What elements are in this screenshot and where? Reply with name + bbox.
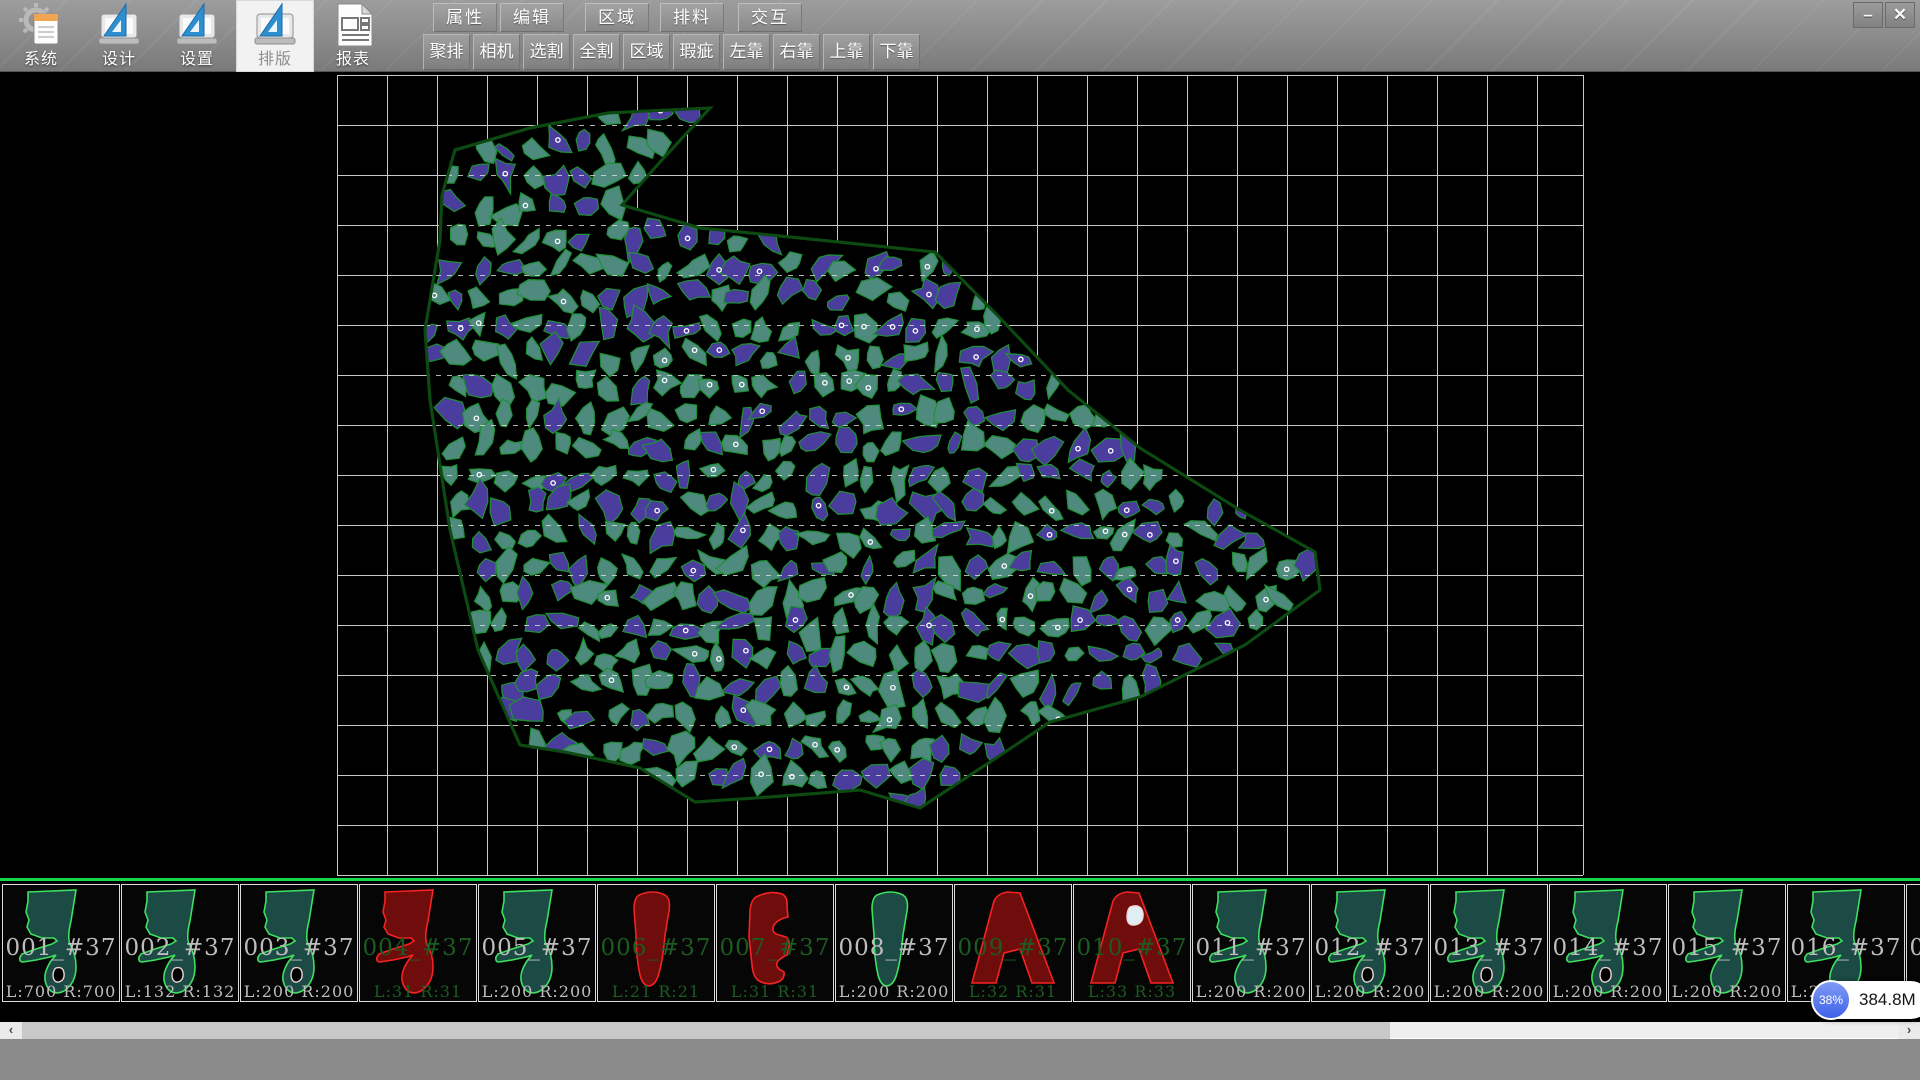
scrollbar-thumb[interactable] bbox=[22, 1022, 1390, 1039]
tool-button-10[interactable]: 下靠 bbox=[873, 34, 920, 70]
piece-id: 014_#37 bbox=[1550, 935, 1666, 961]
piece-thumbnail-002_#37[interactable]: 002_#37 L:132 R:132 bbox=[121, 884, 239, 1002]
piece-id: 007_#37 bbox=[717, 935, 833, 961]
piece-lr-count: L:21 R:21 bbox=[598, 982, 714, 1001]
tool-button-1[interactable]: 聚排 bbox=[423, 34, 470, 70]
memory-badge: 38% 384.8M bbox=[1812, 981, 1920, 1019]
piece-lr-count: L:32 R:31 bbox=[955, 982, 1071, 1001]
piece-thumbnail-009_#37[interactable]: 009_#37 L:32 R:31 bbox=[954, 884, 1072, 1002]
piece-lr-count: L:700 R:700 bbox=[3, 982, 119, 1001]
piece-lr-count: L:31 R:31 bbox=[360, 982, 476, 1001]
tool-button-4[interactable]: 全割 bbox=[573, 34, 620, 70]
piece-thumbnail-015_#37[interactable]: 015_#37 L:200 R:200 bbox=[1668, 884, 1786, 1002]
piece-thumbnail-003_#37[interactable]: 003_#37 L:200 R:200 bbox=[240, 884, 358, 1002]
main-button-2[interactable]: 设计 bbox=[80, 0, 158, 72]
menu-tab-4[interactable]: 排料 bbox=[660, 3, 724, 32]
main-button-5[interactable]: 报表 bbox=[314, 0, 392, 72]
tool-button-7[interactable]: 左靠 bbox=[723, 34, 770, 70]
tool-button-3[interactable]: 选割 bbox=[523, 34, 570, 70]
piece-id: 003_#37 bbox=[241, 935, 357, 961]
piece-thumbnail-strip: 001_#37L:700 R:700002_#37L:132 R:132003_… bbox=[0, 881, 1920, 1022]
tool-button-9[interactable]: 上靠 bbox=[823, 34, 870, 70]
piece-thumbnail-007_#37[interactable]: 007_#37 L:31 R:31 bbox=[716, 884, 834, 1002]
piece-lr-count: L:200 R:200 bbox=[479, 982, 595, 1001]
piece-thumbnail-008_#37[interactable]: 008_#37 L:200 R:200 bbox=[835, 884, 953, 1002]
piece-lr-count: L:200 R:200 bbox=[1312, 982, 1428, 1001]
piece-thumbnail-004_#37[interactable]: 004_#37 L:31 R:31 bbox=[359, 884, 477, 1002]
menu-tab-2[interactable]: 编辑 bbox=[500, 3, 564, 32]
tool-button-6[interactable]: 瑕疵 bbox=[673, 34, 720, 70]
main-button-label: 排版 bbox=[236, 45, 314, 69]
piece-lr-count: L:33 R:33 bbox=[1074, 982, 1190, 1001]
main-button-3[interactable]: 设置 bbox=[158, 0, 236, 72]
scroll-left-icon[interactable]: ‹ bbox=[0, 1022, 22, 1039]
piece-id: 010_#37 bbox=[1074, 935, 1190, 961]
close-button[interactable]: ✕ bbox=[1885, 2, 1915, 28]
piece-lr-count: L:31 R:31 bbox=[717, 982, 833, 1001]
minimize-button[interactable]: – bbox=[1853, 2, 1883, 28]
main-button-4[interactable]: 排版 bbox=[236, 0, 314, 72]
piece-thumbnail-005_#37[interactable]: 005_#37 L:200 R:200 bbox=[478, 884, 596, 1002]
piece-lr-count: L:200 R:200 bbox=[836, 982, 952, 1001]
top-toolbar: 系统设计设置排版报表 属性编辑区域排料交互 聚排相机选割全割区域瑕疵左靠右靠上靠… bbox=[0, 0, 1920, 72]
piece-id: 002_#37 bbox=[122, 935, 238, 961]
piece-thumbnail-011_#37[interactable]: 011_#37 L:200 R:200 bbox=[1192, 884, 1310, 1002]
piece-thumbnail-006_#37[interactable]: 006_#37 L:21 R:21 bbox=[597, 884, 715, 1002]
piece-thumbnail-012_#37[interactable]: 012_#37 L:200 R:200 bbox=[1311, 884, 1429, 1002]
system-icon bbox=[18, 2, 64, 48]
piece-lr-count: L:200 R:200 bbox=[1669, 982, 1785, 1001]
nesting-drawing bbox=[0, 72, 1920, 878]
tool-button-2[interactable]: 相机 bbox=[473, 34, 520, 70]
piece-lr-count: L:132 R:132 bbox=[122, 982, 238, 1001]
tool-button-8[interactable]: 右靠 bbox=[773, 34, 820, 70]
piece-id: 009_#37 bbox=[955, 935, 1071, 961]
piece-id: 001_#37 bbox=[3, 935, 119, 961]
settings-icon bbox=[174, 2, 220, 48]
main-button-label: 设置 bbox=[158, 45, 236, 69]
nesting-canvas[interactable] bbox=[0, 72, 1920, 878]
main-button-label: 系统 bbox=[2, 45, 80, 69]
piece-id: 012_#37 bbox=[1312, 935, 1428, 961]
piece-thumbnail-010_#37[interactable]: 010_#37 L:33 R:33 bbox=[1073, 884, 1191, 1002]
piece-id: 011_#37 bbox=[1193, 935, 1309, 961]
piece-id: 016_#37 bbox=[1788, 935, 1904, 961]
main-button-1[interactable]: 系统 bbox=[2, 0, 80, 72]
piece-lr-count: L:200 R:200 bbox=[1193, 982, 1309, 1001]
piece-id: 008_#37 bbox=[836, 935, 952, 961]
piece-thumbnail-013_#37[interactable]: 013_#37 L:200 R:200 bbox=[1430, 884, 1548, 1002]
layout-icon bbox=[252, 2, 298, 48]
memory-value: 384.8M bbox=[1859, 990, 1916, 1010]
piece-id: 013_#37 bbox=[1431, 935, 1547, 961]
horizontal-scrollbar[interactable]: ‹ › bbox=[0, 1022, 1920, 1039]
main-button-label: 报表 bbox=[314, 45, 392, 69]
piece-lr-count: L:200 R:200 bbox=[1550, 982, 1666, 1001]
menu-tab-5[interactable]: 交互 bbox=[738, 3, 802, 32]
report-icon bbox=[330, 2, 376, 48]
piece-id: 006_#37 bbox=[598, 935, 714, 961]
piece-thumbnail-001_#37[interactable]: 001_#37 L:700 R:700 bbox=[2, 884, 120, 1002]
piece-id: 005_#37 bbox=[479, 935, 595, 961]
piece-id: 017_#37 bbox=[1907, 935, 1920, 961]
main-button-label: 设计 bbox=[80, 45, 158, 69]
progress-circle: 38% bbox=[1811, 980, 1851, 1020]
design-icon bbox=[96, 2, 142, 48]
scroll-right-icon[interactable]: › bbox=[1898, 1022, 1920, 1039]
piece-lr-count: L:200 R:200 bbox=[1431, 982, 1547, 1001]
application-window: 系统设计设置排版报表 属性编辑区域排料交互 聚排相机选割全割区域瑕疵左靠右靠上靠… bbox=[0, 0, 1920, 1080]
status-footer bbox=[0, 1039, 1920, 1080]
piece-lr-count: L:200 R:200 bbox=[241, 982, 357, 1001]
tool-button-5[interactable]: 区域 bbox=[623, 34, 670, 70]
menu-tab-3[interactable]: 区域 bbox=[585, 3, 649, 32]
piece-id: 015_#37 bbox=[1669, 935, 1785, 961]
menu-tab-1[interactable]: 属性 bbox=[433, 3, 497, 32]
piece-thumbnail-014_#37[interactable]: 014_#37 L:200 R:200 bbox=[1549, 884, 1667, 1002]
piece-id: 004_#37 bbox=[360, 935, 476, 961]
